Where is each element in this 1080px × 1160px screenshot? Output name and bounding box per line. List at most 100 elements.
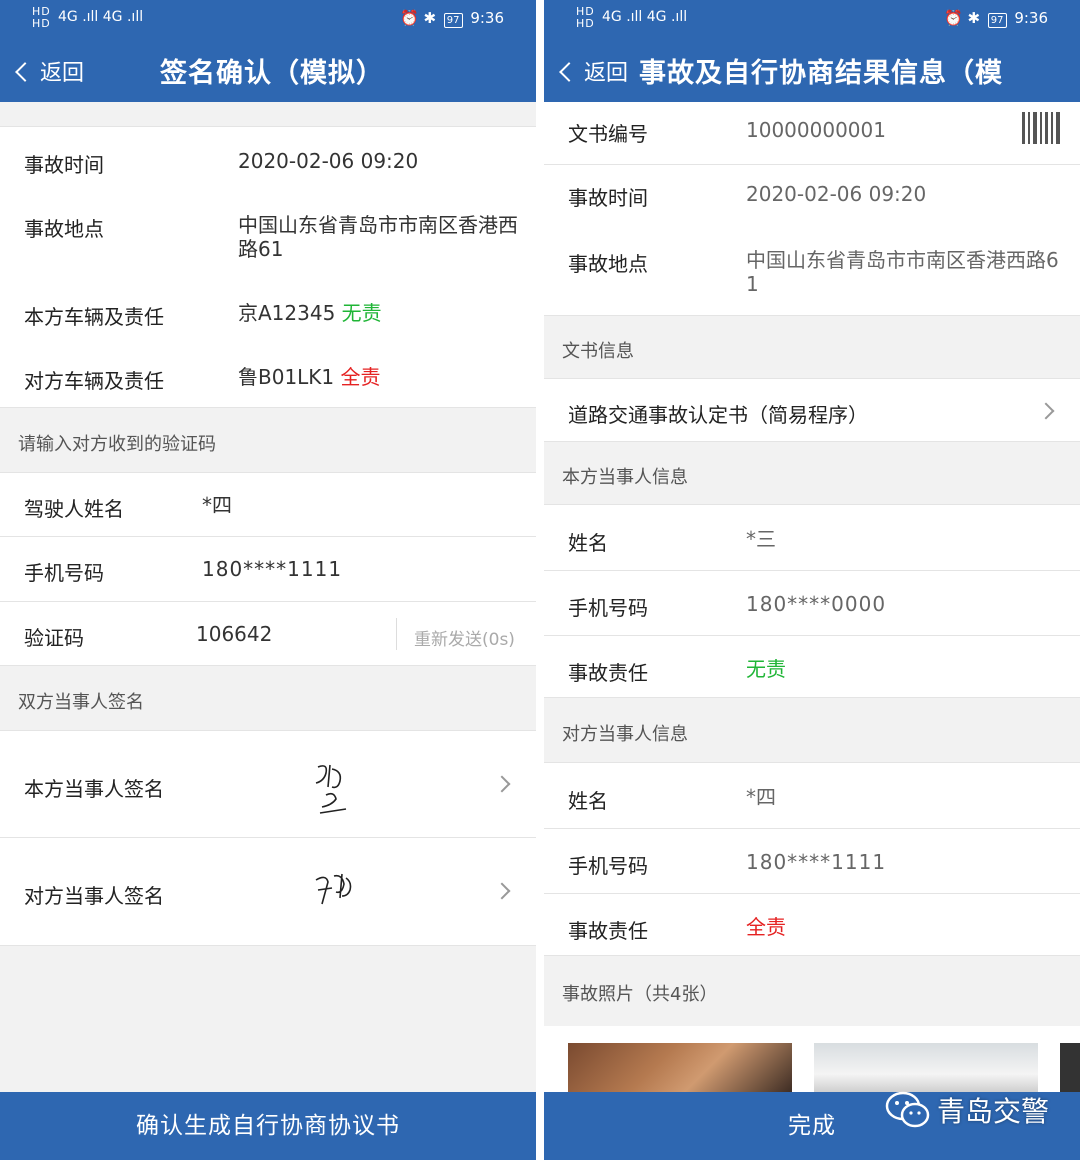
divider bbox=[544, 893, 1080, 894]
accident-photo-1[interactable] bbox=[568, 1043, 792, 1095]
back-button[interactable]: 返回 bbox=[15, 55, 85, 87]
left-screen: HD HD 4G .ıll 4G .ıll ⏰ ✱ 97 9:36 返回 签名确认… bbox=[0, 0, 536, 1160]
own-phone-label: 手机号码 bbox=[568, 596, 648, 620]
other-name-value: *四 bbox=[746, 785, 776, 809]
doc-section-title: 文书信息 bbox=[562, 341, 634, 362]
network-signal: 4G .ıll 4G .ıll bbox=[58, 9, 144, 25]
divider bbox=[544, 164, 1080, 165]
phone-value: 180****1111 bbox=[202, 557, 343, 581]
other-vehicle-value: 鲁B01LK1 全责 bbox=[238, 365, 381, 389]
own-name-label: 姓名 bbox=[568, 531, 608, 555]
phone-row: 手机号码 180****1111 bbox=[0, 537, 536, 602]
own-responsibility-value: 无责 bbox=[746, 657, 786, 681]
own-vehicle-label: 本方车辆及责任 bbox=[24, 305, 164, 329]
driver-name-row: 驾驶人姓名 *四 bbox=[0, 472, 536, 537]
verify-section-header: 请输入对方收到的验证码 bbox=[0, 408, 536, 472]
page-title: 事故及自行协商结果信息（模 bbox=[639, 58, 1003, 89]
verify-code-label: 验证码 bbox=[24, 626, 84, 650]
own-party-section-header: 本方当事人信息 bbox=[544, 442, 1080, 504]
other-name-label: 姓名 bbox=[568, 789, 608, 813]
phone-label: 手机号码 bbox=[24, 561, 104, 585]
status-time: 9:36 bbox=[1014, 9, 1048, 27]
doc-item-label: 道路交通事故认定书（简易程序） bbox=[568, 403, 868, 427]
other-party-section-title: 对方当事人信息 bbox=[562, 724, 688, 745]
watermark: 青岛交警 bbox=[885, 1090, 1049, 1130]
document-info-card: 文书编号 10000000001 事故时间 2020-02-06 09:20 事… bbox=[544, 102, 1080, 316]
nav-bar: 返回 签名确认（模拟） bbox=[0, 38, 536, 102]
accident-place-label: 事故地点 bbox=[24, 217, 104, 241]
signal-icon: HD HD bbox=[576, 5, 595, 30]
watermark-text: 青岛交警 bbox=[937, 1095, 1050, 1128]
wechat-icon bbox=[885, 1091, 930, 1128]
back-label: 返回 bbox=[584, 61, 629, 86]
divider bbox=[544, 570, 1080, 571]
resend-button[interactable]: 重新发送(0s) bbox=[414, 625, 515, 650]
chevron-left-icon bbox=[15, 62, 35, 82]
right-screen: HD HD 4G .ıll 4G .ıll ⏰ ✱ 97 9:36 返回 事故及自… bbox=[544, 0, 1080, 1160]
chevron-right-icon bbox=[1037, 402, 1055, 420]
other-responsibility-value: 全责 bbox=[746, 915, 786, 939]
bluetooth-icon: ✱ bbox=[967, 9, 981, 27]
driver-name-label: 驾驶人姓名 bbox=[24, 497, 124, 521]
status-time: 9:36 bbox=[470, 9, 504, 27]
own-phone-value: 180****0000 bbox=[746, 592, 887, 616]
network-signal: 4G .ıll 4G .ıll bbox=[602, 9, 688, 25]
other-plate: 鲁B01LK1 bbox=[238, 365, 335, 389]
page-title: 签名确认（模拟） bbox=[160, 58, 384, 89]
alarm-icon: ⏰ bbox=[943, 9, 963, 27]
accident-info-card: 事故时间 2020-02-06 09:20 事故地点 中国山东省青岛市市南区香港… bbox=[0, 126, 536, 408]
other-phone-value: 180****1111 bbox=[746, 850, 887, 874]
own-responsibility-label: 事故责任 bbox=[568, 661, 648, 685]
sign-section-title: 双方当事人签名 bbox=[18, 692, 144, 713]
signal-icon: HD HD bbox=[32, 5, 51, 30]
back-button[interactable]: 返回 bbox=[559, 55, 629, 87]
doc-section-header: 文书信息 bbox=[544, 316, 1080, 378]
other-signature-image bbox=[315, 873, 352, 905]
confirm-generate-button[interactable]: 确认生成自行协商协议书 bbox=[0, 1092, 536, 1160]
accident-photo-3[interactable] bbox=[1060, 1043, 1080, 1095]
doc-no-label: 文书编号 bbox=[568, 122, 648, 146]
accident-place-label: 事故地点 bbox=[568, 252, 648, 276]
photos-section-title: 事故照片（共4张） bbox=[562, 984, 718, 1005]
own-liability-badge: 无责 bbox=[341, 301, 382, 325]
other-party-section-header: 对方当事人信息 bbox=[544, 698, 1080, 762]
other-vehicle-label: 对方车辆及责任 bbox=[24, 369, 164, 393]
accident-time-label: 事故时间 bbox=[24, 153, 104, 177]
accident-place-value: 中国山东省青岛市市南区香港西路61 bbox=[746, 248, 1059, 296]
doc-no-value: 10000000001 bbox=[746, 118, 886, 142]
chevron-right-icon bbox=[493, 882, 511, 900]
own-name-value: *三 bbox=[746, 527, 776, 551]
alarm-icon: ⏰ bbox=[399, 9, 419, 27]
driver-name-value: *四 bbox=[202, 493, 232, 517]
other-responsibility-label: 事故责任 bbox=[568, 919, 648, 943]
accident-time-value: 2020-02-06 09:20 bbox=[746, 182, 927, 206]
other-signature-row[interactable]: 对方当事人签名 bbox=[0, 838, 536, 946]
own-signature-image bbox=[315, 764, 347, 814]
divider bbox=[544, 828, 1080, 829]
verify-section-title: 请输入对方收到的验证码 bbox=[18, 434, 216, 455]
back-label: 返回 bbox=[40, 61, 85, 86]
own-signature-label: 本方当事人签名 bbox=[24, 777, 164, 801]
own-plate: 京A12345 bbox=[238, 301, 336, 325]
divider bbox=[396, 618, 397, 650]
own-vehicle-value: 京A12345 无责 bbox=[238, 301, 382, 325]
verify-code-input[interactable]: 106642 bbox=[196, 622, 272, 646]
own-party-section-title: 本方当事人信息 bbox=[562, 467, 688, 488]
other-signature-label: 对方当事人签名 bbox=[24, 884, 164, 908]
own-signature-row[interactable]: 本方当事人签名 bbox=[0, 730, 536, 838]
battery-icon: 97 bbox=[443, 13, 463, 28]
divider bbox=[544, 635, 1080, 636]
accident-photo-2[interactable] bbox=[814, 1043, 1038, 1095]
sign-section-header: 双方当事人签名 bbox=[0, 666, 536, 730]
status-bar: HD HD 4G .ıll 4G .ıll ⏰ ✱ 97 9:36 bbox=[0, 0, 536, 38]
accident-time-value: 2020-02-06 09:20 bbox=[238, 149, 419, 173]
own-party-card: 姓名 *三 手机号码 180****0000 事故责任 无责 bbox=[544, 504, 1080, 698]
barcode-icon[interactable] bbox=[1022, 112, 1062, 144]
doc-item-row[interactable]: 道路交通事故认定书（简易程序） bbox=[544, 378, 1080, 442]
other-party-card: 姓名 *四 手机号码 180****1111 事故责任 全责 bbox=[544, 762, 1080, 956]
accident-time-label: 事故时间 bbox=[568, 186, 648, 210]
photos-section-header: 事故照片（共4张） bbox=[544, 956, 1080, 1026]
accident-place-value: 中国山东省青岛市市南区香港西路61 bbox=[238, 213, 518, 261]
status-right: ⏰ ✱ 97 9:36 bbox=[400, 9, 504, 28]
other-liability-badge: 全责 bbox=[340, 365, 381, 389]
